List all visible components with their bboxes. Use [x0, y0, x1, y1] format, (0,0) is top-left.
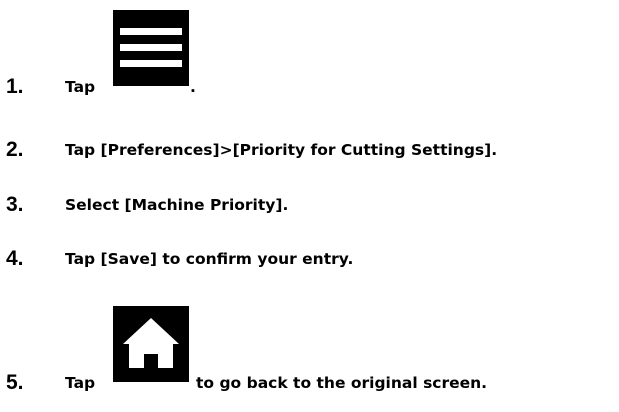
step-1: 1. Tap .	[0, 72, 619, 102]
step-4: 4. Tap [Save] to confirm your entry.	[0, 244, 619, 274]
step-number: 3.	[6, 193, 24, 216]
step-2: 2. Tap [Preferences]>[Priority for Cutti…	[0, 135, 619, 165]
menu-icon	[113, 10, 189, 86]
step-text: Tap [Save] to confirm your entry.	[65, 250, 354, 268]
step-number: 5.	[6, 371, 24, 394]
step-text-after: to go back to the original screen.	[196, 374, 488, 392]
step-number: 2.	[6, 138, 24, 161]
step-3: 3. Select [Machine Priority].	[0, 190, 619, 220]
step-5: 5. Tap to go back to the original screen…	[0, 368, 619, 398]
step-number: 1.	[6, 75, 24, 98]
step-text-after: .	[190, 78, 196, 96]
step-text-before: Tap	[65, 78, 96, 96]
step-number: 4.	[6, 247, 24, 270]
step-text: Select [Machine Priority].	[65, 196, 289, 214]
home-icon	[113, 306, 189, 382]
step-text: Tap [Preferences]>[Priority for Cutting …	[65, 141, 498, 159]
step-text-before: Tap	[65, 374, 96, 392]
